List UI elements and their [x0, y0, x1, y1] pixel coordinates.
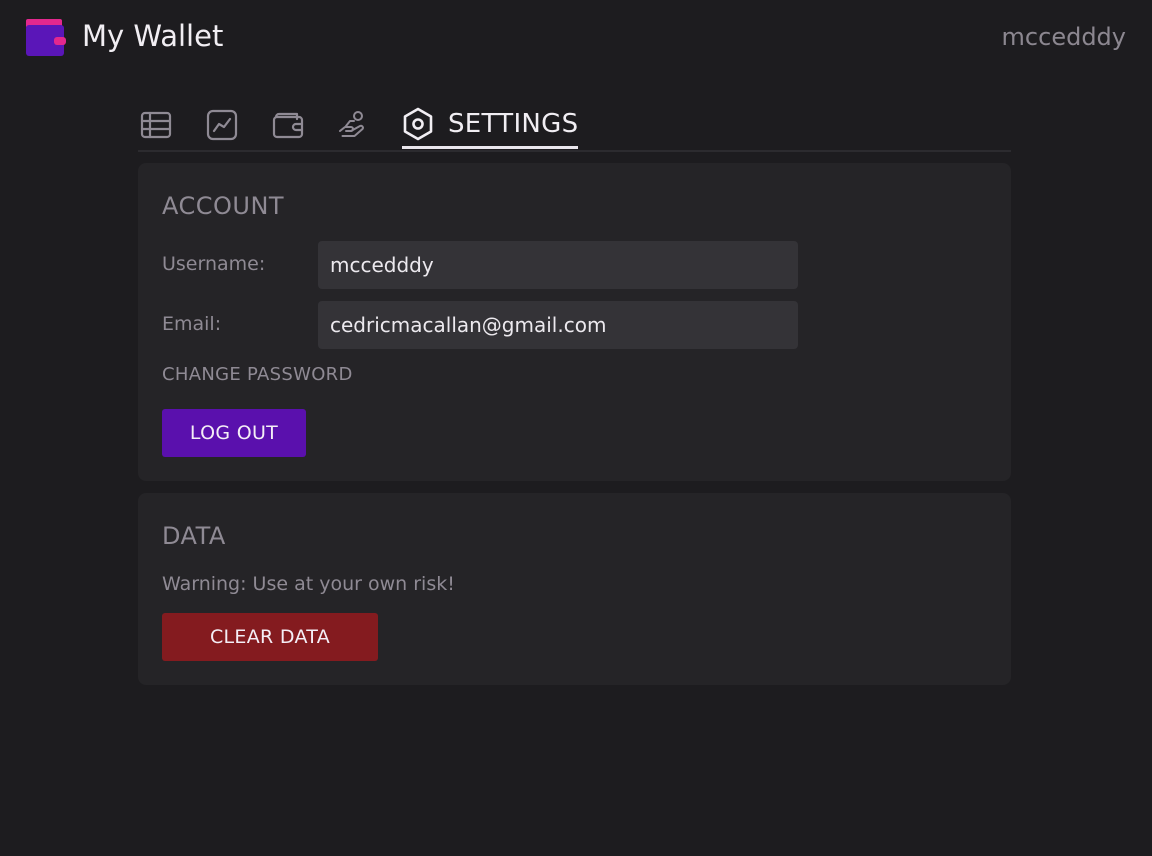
wallet-icon	[272, 109, 304, 141]
username-label: Username:	[162, 253, 266, 275]
username-field[interactable]	[318, 241, 798, 289]
account-card: ACCOUNT Username: Email: CHANGE PASSWORD…	[138, 163, 1011, 481]
data-card: DATA Warning: Use at your own risk! CLEA…	[138, 493, 1011, 685]
tab-chart[interactable]	[206, 102, 238, 148]
change-password-link[interactable]: CHANGE PASSWORD	[162, 364, 353, 385]
data-section-title: DATA	[162, 522, 226, 550]
wallet-logo-icon	[26, 19, 66, 56]
tab-settings[interactable]: SETTINGS	[402, 102, 579, 149]
app-header: My Wallet mccedddy	[0, 0, 1152, 76]
chart-line-icon	[206, 109, 238, 141]
tab-income[interactable]	[338, 102, 370, 148]
tab-table[interactable]	[140, 102, 172, 148]
tab-settings-label: SETTINGS	[448, 109, 579, 139]
email-field[interactable]	[318, 301, 798, 349]
tab-wallet[interactable]	[272, 102, 304, 148]
logout-button[interactable]: LOG OUT	[162, 409, 306, 457]
email-label: Email:	[162, 313, 222, 335]
account-section-title: ACCOUNT	[162, 192, 285, 220]
nav-tabs: SETTINGS	[138, 102, 1011, 152]
app-title: My Wallet	[82, 19, 224, 53]
table-icon	[140, 109, 172, 141]
settings-hexagon-icon	[402, 107, 434, 141]
header-username[interactable]: mccedddy	[1002, 22, 1126, 52]
data-warning-text: Warning: Use at your own risk!	[162, 573, 455, 595]
clear-data-button[interactable]: CLEAR DATA	[162, 613, 378, 661]
hand-coin-icon	[338, 109, 370, 141]
